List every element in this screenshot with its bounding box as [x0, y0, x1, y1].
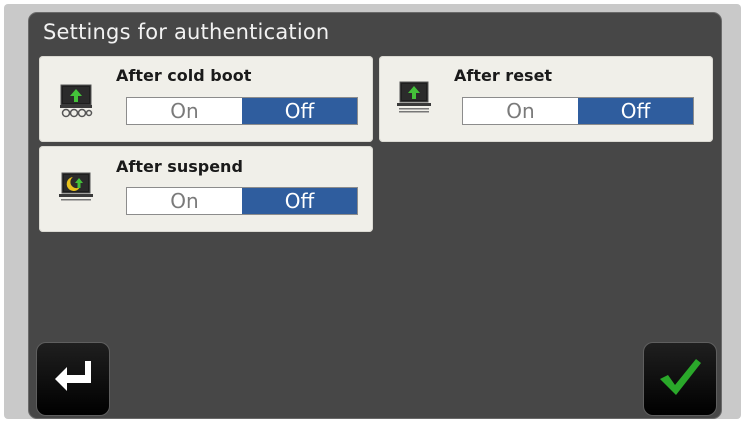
suspend-off-button[interactable]: Off: [242, 188, 357, 214]
option-panel-cold-boot: After cold boot On Off: [39, 56, 373, 142]
reset-icon: [397, 79, 431, 115]
suspend-on-button[interactable]: On: [127, 188, 242, 214]
checkmark-icon: [656, 355, 704, 403]
page-title: Settings for authentication: [43, 20, 330, 44]
option-panel-suspend: After suspend On Off: [39, 146, 373, 232]
cold-boot-on-button[interactable]: On: [127, 98, 242, 124]
cold-boot-icon: [59, 83, 93, 119]
suspend-label: After suspend: [116, 157, 243, 176]
cold-boot-toggle: On Off: [126, 97, 358, 125]
reset-label: After reset: [454, 66, 553, 85]
option-panel-reset: After reset On Off: [379, 56, 713, 142]
settings-screen: Settings for authentication After cold b…: [28, 12, 722, 419]
confirm-button[interactable]: [643, 342, 717, 416]
reset-on-button[interactable]: On: [463, 98, 578, 124]
back-button[interactable]: [36, 342, 110, 416]
reset-toggle: On Off: [462, 97, 694, 125]
enter-arrow-icon: [51, 357, 95, 401]
reset-off-button[interactable]: Off: [578, 98, 693, 124]
suspend-toggle: On Off: [126, 187, 358, 215]
suspend-icon: [59, 170, 93, 206]
cold-boot-off-button[interactable]: Off: [242, 98, 357, 124]
cold-boot-label: After cold boot: [116, 66, 252, 85]
